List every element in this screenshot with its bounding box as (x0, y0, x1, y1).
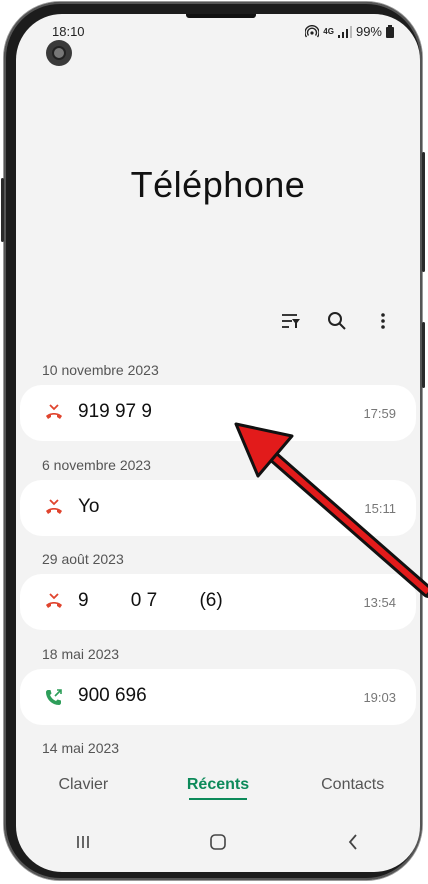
status-icons: 4G 99% (305, 24, 394, 39)
toolbar (280, 310, 394, 332)
filter-icon[interactable] (280, 310, 302, 332)
missed-call-icon (46, 593, 62, 608)
side-button-left (1, 178, 4, 242)
missed-call-icon (46, 499, 62, 514)
status-bar: 18:10 4G 99% (16, 14, 420, 50)
back-icon[interactable] (333, 830, 373, 854)
battery-percent: 99% (355, 24, 382, 39)
call-entry[interactable]: 900 696 19:03 (20, 669, 416, 725)
navigation-bar (16, 822, 420, 862)
outgoing-call-icon (46, 689, 62, 705)
call-entry[interactable]: 919 97 9 17:59 (20, 385, 416, 441)
status-time: 18:10 (52, 24, 85, 39)
call-time: 19:03 (363, 690, 396, 705)
date-header: 10 novembre 2023 (42, 362, 159, 378)
front-camera (46, 40, 72, 66)
side-button-right-bottom (422, 322, 425, 388)
screen: 18:10 4G 99% Téléphone 10 novembre 2023 … (16, 14, 420, 872)
call-entry[interactable]: Yo 15:11 (20, 480, 416, 536)
battery-icon (386, 25, 394, 38)
missed-call-icon (46, 404, 62, 419)
more-options-icon[interactable] (372, 310, 394, 332)
network-label: 4G (323, 26, 334, 36)
call-time: 15:11 (364, 501, 396, 516)
date-header: 6 novembre 2023 (42, 457, 151, 473)
date-header: 14 mai 2023 (42, 740, 120, 756)
tab-recents-label: Récents (186, 776, 250, 793)
tab-contacts[interactable]: Contacts (285, 776, 420, 812)
phone-frame: 18:10 4G 99% Téléphone 10 novembre 2023 … (1, 2, 425, 880)
active-tab-indicator (189, 798, 247, 800)
call-time: 17:59 (363, 406, 396, 421)
recent-apps-icon[interactable] (63, 830, 103, 854)
home-icon[interactable] (198, 830, 238, 854)
call-time: 13:54 (363, 595, 396, 610)
contact-name: 9 0 7 (6) (78, 590, 223, 611)
side-button-right-top (422, 152, 425, 272)
signal-icon (337, 25, 352, 38)
date-header: 18 mai 2023 (42, 646, 120, 662)
contact-name: 900 696 (78, 685, 147, 706)
bottom-tabs: Clavier Récents Contacts (16, 776, 420, 812)
tab-recents[interactable]: Récents (151, 776, 286, 812)
call-entry[interactable]: 9 0 7 (6) 13:54 (20, 574, 416, 630)
contact-name: Yo (78, 496, 100, 517)
search-icon[interactable] (326, 310, 348, 332)
contact-name: 919 97 9 (78, 401, 152, 422)
date-header: 29 août 2023 (42, 551, 124, 567)
tab-keypad[interactable]: Clavier (16, 776, 151, 812)
page-title: Téléphone (130, 164, 306, 205)
hotspot-icon (305, 24, 320, 37)
